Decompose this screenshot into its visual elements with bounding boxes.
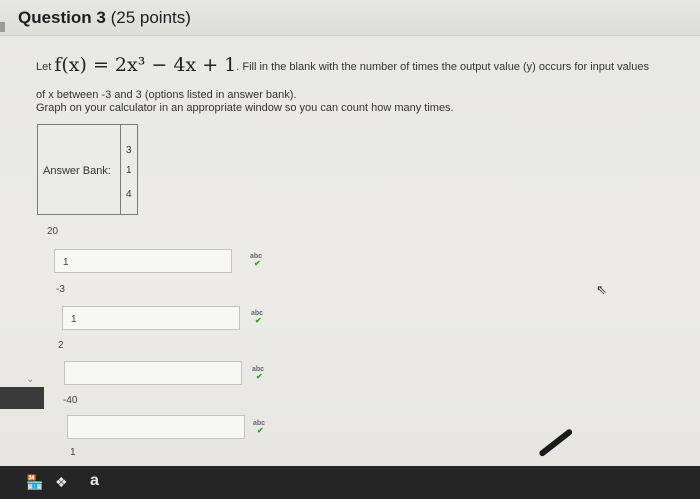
question-points: (25 points) <box>110 8 191 27</box>
spellcheck-icon[interactable]: abc ✔ <box>251 366 269 381</box>
y-value-label: 2 <box>58 340 64 351</box>
answer-bank: Answer Bank: 3 1 4 <box>37 124 138 215</box>
spellcheck-icon[interactable]: abc ✔ <box>249 253 267 268</box>
chevron-down-icon[interactable]: ⌄ <box>26 374 34 385</box>
question-header: Question 3 (25 points) <box>0 0 700 36</box>
stylus-pen <box>538 428 574 458</box>
y-value-label: 1 <box>70 447 76 458</box>
answer-bank-option[interactable]: 4 <box>126 189 132 200</box>
app-icon[interactable]: a <box>90 472 99 490</box>
spellcheck-icon[interactable]: abc ✔ <box>252 420 270 435</box>
y-value-label: 20 <box>47 226 59 237</box>
question-title: Question 3 (25 points) <box>18 8 191 28</box>
answer-blank[interactable]: 1 <box>62 306 240 330</box>
store-icon[interactable]: 🏪 <box>26 474 43 491</box>
mouse-cursor-icon: ⇖ <box>596 282 607 297</box>
answer-bank-options: 3 1 4 <box>120 125 138 214</box>
left-edge-marker <box>0 22 5 32</box>
answer-blank[interactable]: 1 <box>54 249 232 273</box>
question-number: Question 3 <box>18 8 106 27</box>
spellcheck-icon[interactable]: abc ✔ <box>250 310 268 325</box>
y-value-label: -40 <box>63 395 78 406</box>
answer-blank-value: 1 <box>63 257 69 268</box>
side-panel-tab[interactable] <box>0 387 44 409</box>
answer-bank-label: Answer Bank: <box>43 165 111 177</box>
dropbox-icon[interactable]: ❖ <box>55 474 68 491</box>
answer-blank-value: 1 <box>71 314 77 325</box>
answer-blank[interactable] <box>64 361 242 385</box>
prompt-line-2: of x between -3 and 3 (options listed in… <box>36 89 297 101</box>
answer-bank-option[interactable]: 1 <box>126 165 132 176</box>
taskbar: 🏪 ❖ a <box>0 466 700 499</box>
answer-bank-option[interactable]: 3 <box>126 145 132 156</box>
answer-blank[interactable] <box>67 415 245 439</box>
prompt-let: Let <box>36 61 52 73</box>
prompt-line-3: Graph on your calculator in an appropria… <box>36 102 454 114</box>
question-prompt: Let f(x) = 2x³ − 4x + 1. Fill in the bla… <box>36 56 696 75</box>
prompt-instructions: . Fill in the blank with the number of t… <box>236 61 649 73</box>
y-value-label: -3 <box>56 284 65 295</box>
function-expression: f(x) = 2x³ − 4x + 1 <box>54 54 237 76</box>
